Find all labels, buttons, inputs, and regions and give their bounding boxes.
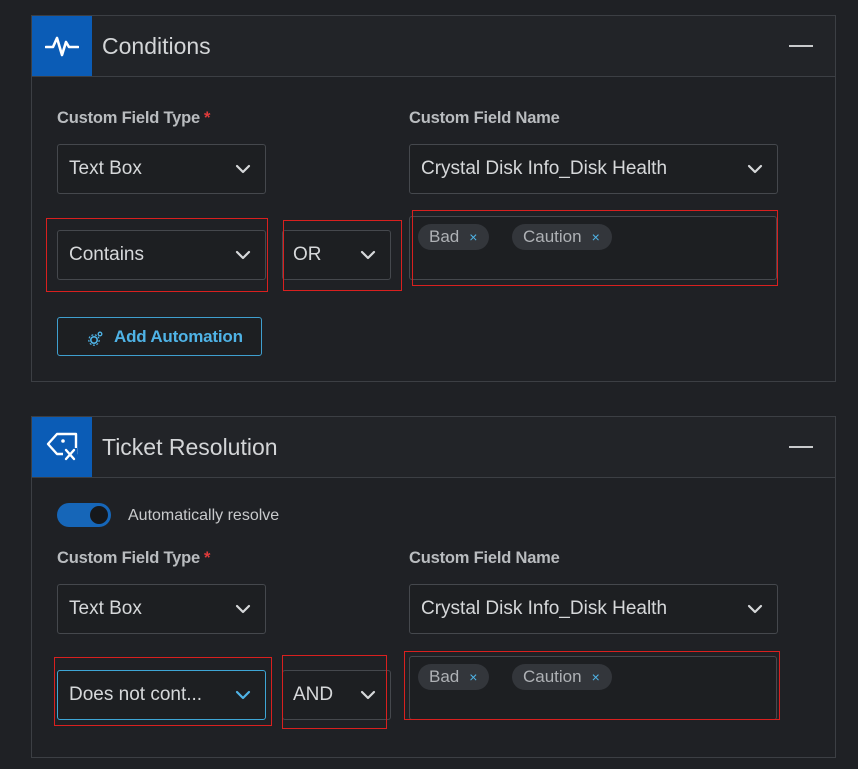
required-marker: * bbox=[203, 549, 211, 567]
custom-field-type-label: Custom Field Type * bbox=[57, 109, 211, 127]
ticket-resolution-panel: Ticket Resolution Automatically resolve … bbox=[31, 416, 836, 758]
logic-select[interactable]: AND bbox=[282, 670, 391, 720]
custom-field-name-select[interactable]: Crystal Disk Info_Disk Health bbox=[409, 144, 778, 194]
ticket-tag-remove-icon bbox=[32, 417, 92, 477]
toggle-knob bbox=[90, 506, 108, 524]
custom-field-type-select[interactable]: Text Box bbox=[57, 584, 266, 634]
value-tags-input[interactable]: Bad × Caution × bbox=[409, 656, 777, 720]
remove-tag-icon[interactable]: × bbox=[592, 229, 600, 245]
chevron-down-icon bbox=[235, 690, 251, 700]
conditions-title: Conditions bbox=[102, 33, 211, 59]
custom-field-type-select[interactable]: Text Box bbox=[57, 144, 266, 194]
chevron-down-icon bbox=[747, 164, 763, 174]
conditions-panel: Conditions Custom Field Type * Custom Fie… bbox=[31, 15, 836, 382]
tag-bad: Bad × bbox=[418, 224, 490, 250]
collapse-icon[interactable] bbox=[789, 45, 813, 47]
collapse-icon[interactable] bbox=[789, 446, 813, 448]
remove-tag-icon[interactable]: × bbox=[592, 669, 600, 685]
ticket-resolution-title: Ticket Resolution bbox=[102, 434, 278, 460]
remove-tag-icon[interactable]: × bbox=[469, 229, 477, 245]
automatically-resolve-label: Automatically resolve bbox=[128, 507, 280, 524]
chevron-down-icon bbox=[235, 250, 251, 260]
tag-caution: Caution × bbox=[512, 664, 612, 690]
tag-bad: Bad × bbox=[418, 664, 490, 690]
custom-field-name-label: Custom Field Name bbox=[409, 109, 560, 127]
required-marker: * bbox=[203, 109, 211, 127]
custom-field-type-label: Custom Field Type * bbox=[57, 549, 211, 567]
chevron-down-icon bbox=[360, 250, 376, 260]
value-tags-input[interactable]: Bad × Caution × bbox=[409, 216, 777, 280]
activity-pulse-icon bbox=[32, 16, 92, 76]
chevron-down-icon bbox=[360, 690, 376, 700]
custom-field-name-select[interactable]: Crystal Disk Info_Disk Health bbox=[409, 584, 778, 634]
ticket-resolution-header[interactable]: Ticket Resolution bbox=[32, 417, 835, 478]
logic-select[interactable]: OR bbox=[282, 230, 391, 280]
chevron-down-icon bbox=[235, 604, 251, 614]
add-automation-button[interactable]: Add Automation bbox=[57, 317, 262, 356]
gear-icon bbox=[88, 331, 103, 346]
operator-select[interactable]: Contains bbox=[57, 230, 266, 280]
conditions-header[interactable]: Conditions bbox=[32, 16, 835, 77]
remove-tag-icon[interactable]: × bbox=[469, 669, 477, 685]
chevron-down-icon bbox=[235, 164, 251, 174]
chevron-down-icon bbox=[747, 604, 763, 614]
tag-caution: Caution × bbox=[512, 224, 612, 250]
automatically-resolve-toggle[interactable] bbox=[57, 503, 111, 527]
operator-select[interactable]: Does not cont... bbox=[57, 670, 266, 720]
automation-editor: Conditions Custom Field Type * Custom Fie… bbox=[0, 0, 858, 769]
custom-field-name-label: Custom Field Name bbox=[409, 549, 560, 567]
